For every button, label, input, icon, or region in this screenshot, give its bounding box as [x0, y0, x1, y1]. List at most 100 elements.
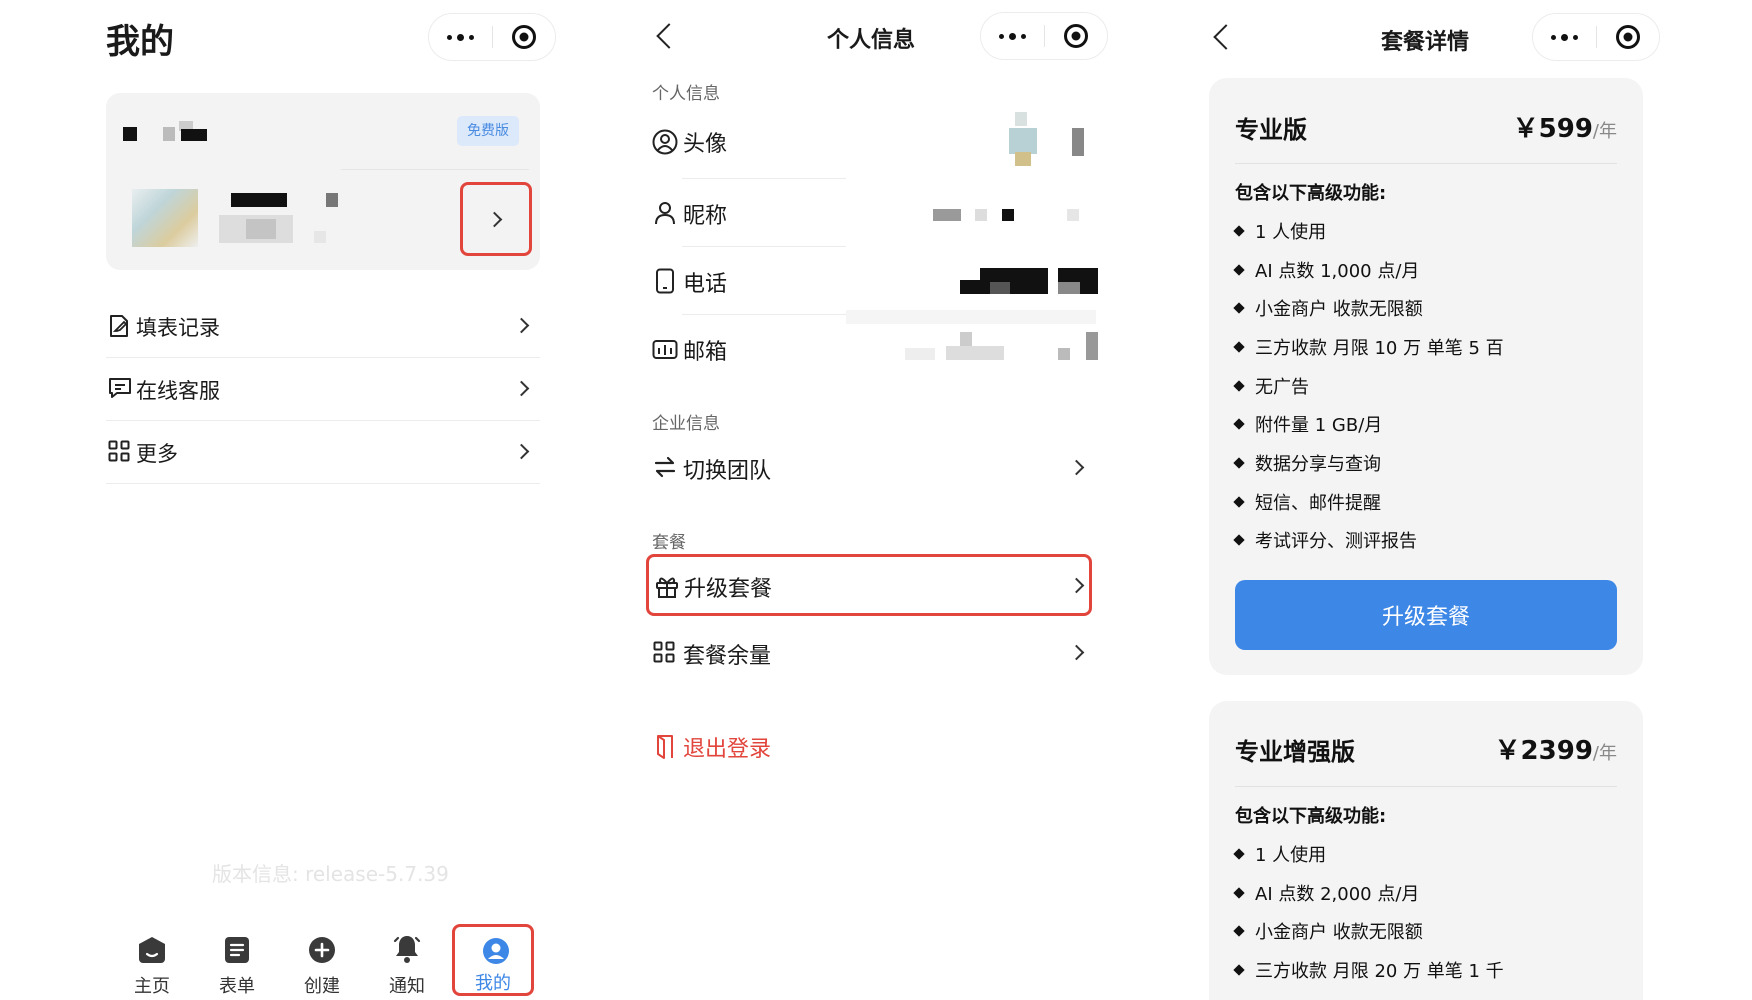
- page-title: 我的: [106, 22, 174, 62]
- user-icon: [483, 938, 509, 964]
- row-nickname[interactable]: 昵称: [650, 182, 1096, 246]
- row-avatar[interactable]: 头像: [650, 112, 1096, 176]
- tab-label: 通知: [389, 976, 425, 997]
- row-label: 套餐余量: [683, 644, 772, 669]
- row-upgrade-plan[interactable]: 升级套餐: [646, 554, 1092, 616]
- close-target-icon[interactable]: [1045, 23, 1107, 49]
- menu-item-label: 填表记录: [136, 316, 220, 340]
- grid-icon: [108, 440, 130, 462]
- avatar-icon: [652, 129, 678, 155]
- person-icon: [655, 202, 675, 225]
- plan-price: ￥599/年: [1513, 108, 1617, 145]
- plan-badge: 免费版: [457, 116, 519, 146]
- price-value: ￥2399: [1494, 736, 1593, 766]
- row-label: 邮箱: [683, 340, 728, 365]
- version-info: 版本信息: release-5.7.39: [212, 862, 449, 886]
- features-title: 包含以下高级功能:: [1235, 806, 1387, 827]
- logout-button[interactable]: 退出登录: [650, 728, 810, 768]
- chat-icon: [109, 378, 131, 398]
- menu-item-form-records[interactable]: 填表记录: [106, 305, 540, 357]
- chevron-right-icon: [486, 211, 503, 228]
- chevron-right-icon: [1068, 577, 1085, 594]
- row-switch-team[interactable]: 切换团队: [650, 440, 1096, 496]
- feature-item: 1 人使用: [1233, 218, 1326, 244]
- gift-icon: [656, 577, 678, 598]
- more-icon[interactable]: [429, 33, 492, 41]
- logout-icon: [657, 735, 673, 759]
- section-label: 企业信息: [652, 414, 720, 434]
- more-icon[interactable]: [1533, 33, 1596, 41]
- section-label: 个人信息: [652, 84, 720, 104]
- tab-label: 表单: [219, 976, 255, 997]
- home-icon: [139, 937, 165, 963]
- phone-icon: [656, 268, 674, 294]
- upgrade-plan-button[interactable]: 升级套餐: [1235, 580, 1617, 650]
- tab-label: 主页: [134, 976, 170, 997]
- menu-item-more[interactable]: 更多: [106, 431, 540, 483]
- tab-create[interactable]: 创建: [287, 936, 357, 998]
- tab-mine[interactable]: 我的: [452, 924, 534, 996]
- profile-card: 免费版: [106, 93, 540, 270]
- profile-detail-button[interactable]: [460, 182, 532, 256]
- form-record-icon: [110, 315, 128, 337]
- plan-card-pro-plus: 专业增强版 ￥2399/年 包含以下高级功能: 1 人使用 AI 点数 2,00…: [1209, 701, 1643, 1000]
- row-plan-quota[interactable]: 套餐余量: [650, 625, 1096, 681]
- section-label: 套餐: [652, 533, 686, 553]
- chevron-right-icon: [513, 317, 530, 334]
- feature-item: AI 点数 1,000 点/月: [1233, 257, 1419, 283]
- feature-item: 1 人使用: [1233, 841, 1326, 867]
- row-label: 切换团队: [683, 459, 772, 484]
- switch-icon: [654, 456, 676, 478]
- feature-item: 考试评分、测评报告: [1233, 527, 1417, 553]
- page-title: 套餐详情: [1381, 30, 1470, 55]
- plan-price: ￥2399/年: [1495, 730, 1617, 767]
- form-icon: [225, 937, 249, 963]
- mail-icon: [652, 340, 678, 359]
- feature-item: 三方收款 月限 10 万 单笔 5 百: [1233, 334, 1504, 360]
- plan-card-pro: 专业版 ￥599/年 包含以下高级功能: 1 人使用 AI 点数 1,000 点…: [1209, 78, 1643, 675]
- feature-item: 短信、邮件提醒: [1233, 489, 1381, 515]
- tab-home[interactable]: 主页: [117, 936, 187, 998]
- close-target-icon[interactable]: [1597, 24, 1659, 50]
- features-title: 包含以下高级功能:: [1235, 183, 1387, 204]
- avatar: [132, 189, 198, 247]
- feature-item: 小金商户 收款无限额: [1233, 918, 1423, 944]
- tab-notifications[interactable]: 通知: [372, 934, 442, 998]
- tab-label: 我的: [475, 973, 511, 994]
- plan-name: 专业版: [1235, 116, 1307, 144]
- menu-item-customer-service[interactable]: 在线客服: [106, 368, 540, 420]
- feature-item: 附件量 1 GB/月: [1233, 411, 1382, 437]
- back-icon[interactable]: [656, 23, 682, 49]
- plan-name: 专业增强版: [1235, 738, 1355, 766]
- row-label: 头像: [683, 132, 728, 157]
- price-value: ￥599: [1512, 114, 1593, 144]
- back-icon[interactable]: [1213, 24, 1239, 50]
- row-label: 昵称: [683, 204, 728, 229]
- chevron-right-icon: [1068, 644, 1085, 661]
- tab-forms[interactable]: 表单: [202, 936, 272, 998]
- price-unit: /年: [1592, 743, 1617, 764]
- row-phone[interactable]: 电话: [650, 250, 1098, 314]
- feature-item: 无广告: [1233, 373, 1309, 399]
- grid-icon: [653, 641, 675, 663]
- mini-program-capsule: [980, 12, 1108, 60]
- feature-item: 数据分享与查询: [1233, 450, 1381, 476]
- tab-label: 创建: [304, 976, 340, 997]
- price-unit: /年: [1592, 121, 1617, 142]
- row-label: 电话: [683, 272, 728, 297]
- feature-item: 三方收款 月限 20 万 单笔 1 千: [1233, 957, 1504, 983]
- close-target-icon[interactable]: [493, 24, 555, 50]
- feature-item: AI 点数 2,000 点/月: [1233, 880, 1419, 906]
- page-title: 个人信息: [827, 28, 916, 53]
- menu-item-label: 更多: [136, 442, 178, 466]
- chevron-right-icon: [513, 380, 530, 397]
- logout-label: 退出登录: [683, 737, 772, 762]
- more-icon[interactable]: [981, 32, 1044, 40]
- plus-icon: [309, 937, 335, 963]
- menu-item-label: 在线客服: [136, 379, 220, 403]
- row-email[interactable]: 邮箱: [650, 318, 1098, 382]
- mini-program-capsule: [1532, 13, 1660, 61]
- row-label: 升级套餐: [684, 577, 773, 602]
- bell-icon: [393, 936, 421, 963]
- chevron-right-icon: [513, 443, 530, 460]
